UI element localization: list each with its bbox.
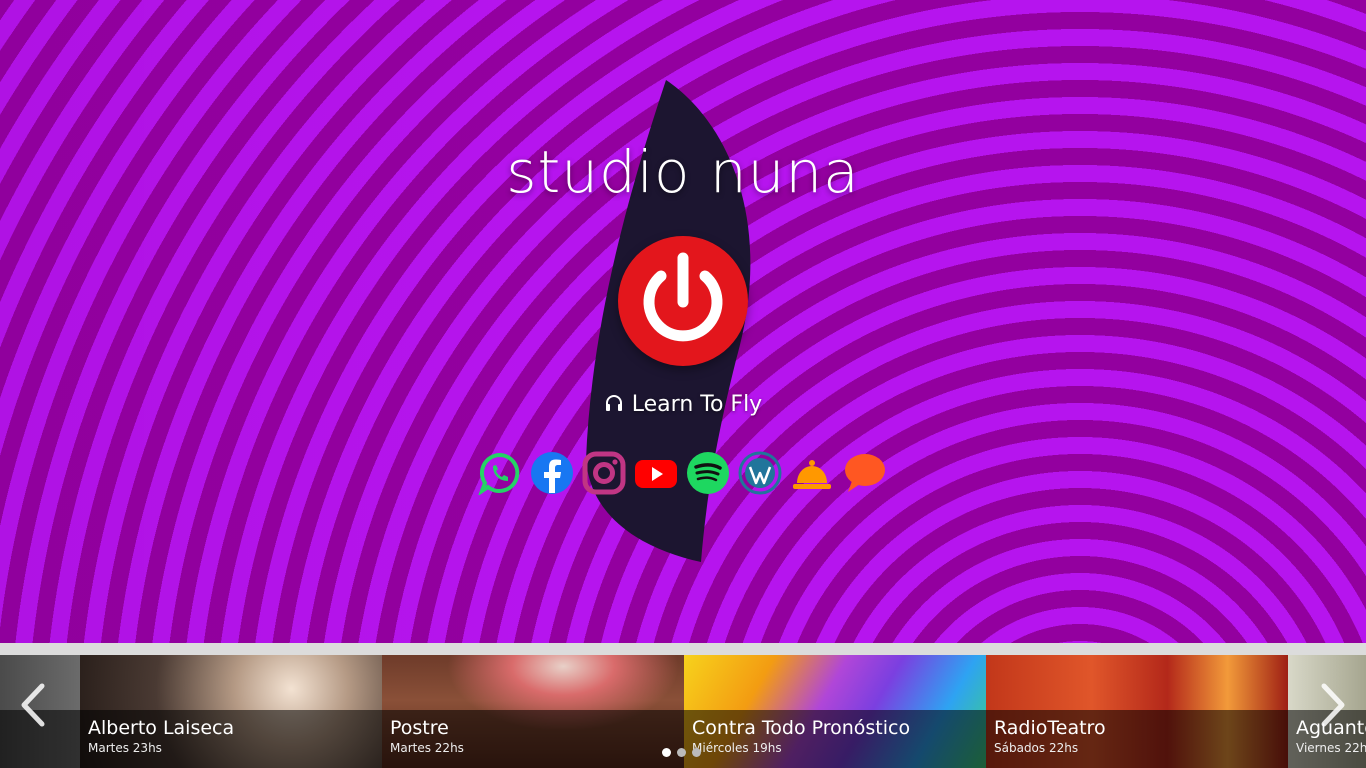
program-schedule: Martes 23hs bbox=[88, 741, 162, 755]
instagram-icon[interactable] bbox=[582, 451, 626, 495]
youtube-icon[interactable] bbox=[634, 451, 678, 495]
program-schedule: Martes 22hs bbox=[390, 741, 464, 755]
program-name: Contra Todo Pronóstico bbox=[692, 717, 911, 739]
power-icon bbox=[643, 252, 723, 342]
whatsapp-icon[interactable] bbox=[478, 451, 522, 495]
carousel-next-button[interactable] bbox=[1316, 680, 1350, 730]
program-card[interactable]: Contra Todo Pronóstico Miércoles 19hs bbox=[684, 655, 986, 768]
chevron-left-icon bbox=[21, 683, 45, 727]
facebook-icon[interactable] bbox=[530, 451, 574, 495]
program-schedule: Miércoles 19hs bbox=[692, 741, 782, 755]
divider-bar bbox=[0, 643, 1366, 655]
chat-icon[interactable] bbox=[842, 451, 886, 495]
carousel-prev-button[interactable] bbox=[16, 680, 50, 730]
carousel-dot[interactable] bbox=[662, 748, 671, 757]
wordpress-icon[interactable] bbox=[738, 451, 782, 495]
now-playing: Learn To Fly bbox=[0, 392, 1366, 419]
site-title: studio nuna bbox=[506, 138, 860, 206]
program-card[interactable]: RadioTeatro Sábados 22hs bbox=[986, 655, 1288, 768]
power-button[interactable] bbox=[618, 236, 748, 366]
carousel-dot[interactable] bbox=[692, 748, 701, 757]
program-name: Postre bbox=[390, 717, 449, 739]
headphones-icon bbox=[604, 393, 624, 419]
carousel-pagination bbox=[662, 748, 701, 757]
program-name: Alberto Laiseca bbox=[88, 717, 235, 739]
program-name: RadioTeatro bbox=[994, 717, 1106, 739]
now-playing-title: Learn To Fly bbox=[631, 392, 763, 417]
social-links bbox=[478, 450, 890, 496]
program-card[interactable]: Alberto Laiseca Martes 23hs bbox=[80, 655, 382, 768]
spotify-icon[interactable] bbox=[686, 451, 730, 495]
program-schedule: Sábados 22hs bbox=[994, 741, 1079, 755]
chevron-right-icon bbox=[1321, 683, 1345, 727]
program-card[interactable]: Postre Martes 22hs bbox=[382, 655, 684, 768]
carousel-dot[interactable] bbox=[677, 748, 686, 757]
bell-icon[interactable] bbox=[790, 451, 834, 495]
program-schedule: Viernes 22hs bbox=[1296, 741, 1366, 755]
